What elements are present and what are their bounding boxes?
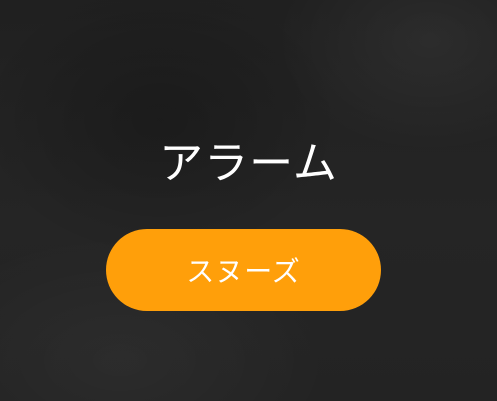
snooze-button[interactable]: スヌーズ: [106, 229, 381, 311]
blurred-background: [0, 0, 497, 401]
alarm-title: アラーム: [159, 138, 338, 189]
